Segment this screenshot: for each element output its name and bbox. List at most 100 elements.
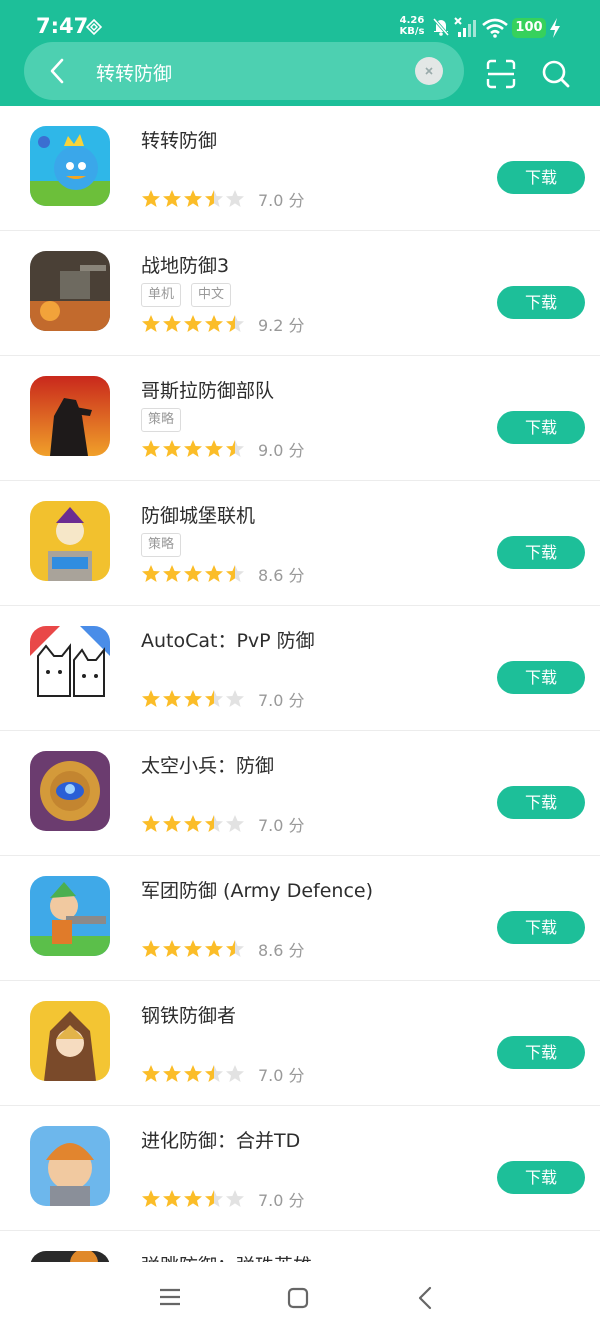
download-button[interactable]: 下载 bbox=[497, 286, 585, 319]
list-item[interactable]: 哥斯拉防御部队 策略 9.0 分 下载 bbox=[0, 356, 600, 481]
app-rating: 9.0 分 bbox=[141, 438, 305, 460]
recents-menu-icon[interactable] bbox=[159, 1287, 181, 1307]
star-icon bbox=[226, 190, 244, 207]
scan-icon[interactable] bbox=[486, 59, 516, 89]
app-title[interactable]: 防御城堡联机 bbox=[141, 501, 255, 528]
app-rating: 7.0 分 bbox=[141, 1188, 305, 1210]
star-icon bbox=[163, 690, 181, 707]
star-icon bbox=[142, 1190, 160, 1207]
app-score: 7.0 分 bbox=[258, 816, 305, 835]
app-icon-iron-defender[interactable] bbox=[30, 1001, 110, 1081]
app-icon-autocat[interactable] bbox=[30, 626, 110, 706]
app-icon-space-soldier[interactable] bbox=[30, 751, 110, 831]
app-title[interactable]: 钢铁防御者 bbox=[141, 1001, 236, 1028]
star-icon bbox=[184, 1190, 202, 1207]
app-title[interactable]: 太空小兵：防御 bbox=[141, 751, 274, 778]
list-item[interactable]: 太空小兵：防御 7.0 分 下载 bbox=[0, 731, 600, 856]
download-button[interactable]: 下载 bbox=[497, 911, 585, 944]
download-button[interactable]: 下载 bbox=[497, 786, 585, 819]
download-button[interactable]: 下载 bbox=[497, 161, 585, 194]
download-button[interactable]: 下载 bbox=[497, 1161, 585, 1194]
star-icon bbox=[184, 940, 202, 957]
download-button[interactable]: 下载 bbox=[497, 536, 585, 569]
app-tag[interactable]: 策略 bbox=[141, 533, 182, 557]
clear-search-button[interactable] bbox=[415, 57, 443, 85]
app-icon-godzilla-defense[interactable] bbox=[30, 376, 110, 456]
app-title[interactable]: 军团防御 (Army Defence) bbox=[141, 876, 373, 903]
app-rating: 7.0 分 bbox=[141, 188, 305, 210]
app-score: 9.0 分 bbox=[258, 441, 305, 460]
net-speed-unit: KB/s bbox=[399, 26, 425, 37]
star-icon bbox=[226, 1190, 244, 1207]
app-icon-defense-castle[interactable] bbox=[30, 501, 110, 581]
search-icon[interactable] bbox=[541, 59, 571, 89]
star-icon bbox=[226, 690, 244, 707]
star-rating bbox=[141, 1189, 246, 1209]
app-title[interactable]: 哥斯拉防御部队 bbox=[141, 376, 274, 403]
star-icon bbox=[205, 1065, 223, 1082]
star-rating bbox=[141, 564, 246, 584]
status-time: 7:47 bbox=[36, 14, 89, 38]
app-rating: 7.0 分 bbox=[141, 813, 305, 835]
list-item[interactable]: AutoCat：PvP 防御 7.0 分 下载 bbox=[0, 606, 600, 731]
star-rating bbox=[141, 689, 246, 709]
list-item[interactable]: 战地防御3 单机 中文 9.2 分 下载 bbox=[0, 231, 600, 356]
star-icon bbox=[163, 1065, 181, 1082]
list-item[interactable]: 防御城堡联机 策略 8.6 分 下载 bbox=[0, 481, 600, 606]
app-icon-army-defence[interactable] bbox=[30, 876, 110, 956]
star-icon bbox=[163, 1190, 181, 1207]
app-icon-battlefield-defense[interactable] bbox=[30, 251, 110, 331]
home-square-icon[interactable] bbox=[287, 1287, 309, 1309]
download-button[interactable]: 下载 bbox=[497, 411, 585, 444]
download-button[interactable]: 下载 bbox=[497, 1036, 585, 1069]
app-tags: 策略 bbox=[141, 408, 182, 432]
location-icon bbox=[86, 19, 102, 35]
net-speed-value: 4.26 bbox=[399, 15, 425, 26]
app-rating: 7.0 分 bbox=[141, 688, 305, 710]
app-icon-zhuanzhuan[interactable] bbox=[30, 126, 110, 206]
list-item[interactable]: 军团防御 (Army Defence) 8.6 分 下载 bbox=[0, 856, 600, 981]
app-tags: 单机 中文 bbox=[141, 283, 232, 307]
star-icon bbox=[226, 940, 244, 957]
app-score: 7.0 分 bbox=[258, 691, 305, 710]
star-icon bbox=[163, 190, 181, 207]
star-icon bbox=[226, 815, 244, 832]
list-item[interactable]: 钢铁防御者 7.0 分 下载 bbox=[0, 981, 600, 1106]
app-tags: 策略 bbox=[141, 533, 182, 557]
search-input[interactable] bbox=[94, 55, 398, 89]
star-rating bbox=[141, 1064, 246, 1084]
app-score: 8.6 分 bbox=[258, 941, 305, 960]
star-icon bbox=[163, 315, 181, 332]
star-icon bbox=[205, 940, 223, 957]
app-title[interactable]: 转转防御 bbox=[141, 126, 217, 153]
list-item[interactable]: 转转防御 7.0 分 下载 bbox=[0, 106, 600, 231]
app-tag[interactable]: 策略 bbox=[141, 408, 182, 432]
app-title[interactable]: 战地防御3 bbox=[141, 251, 229, 278]
app-title[interactable]: AutoCat：PvP 防御 bbox=[141, 626, 315, 653]
net-speed: 4.26 KB/s bbox=[398, 15, 426, 37]
star-icon bbox=[226, 315, 244, 332]
star-icon bbox=[142, 690, 160, 707]
list-item[interactable]: 进化防御：合并TD 7.0 分 下载 bbox=[0, 1106, 600, 1231]
app-rating: 8.6 分 bbox=[141, 938, 305, 960]
signal-icon bbox=[454, 17, 476, 37]
star-icon bbox=[205, 815, 223, 832]
back-arrow-icon[interactable] bbox=[44, 57, 72, 85]
star-icon bbox=[163, 565, 181, 582]
download-button[interactable]: 下载 bbox=[497, 661, 585, 694]
star-icon bbox=[184, 690, 202, 707]
app-score: 7.0 分 bbox=[258, 191, 305, 210]
app-score: 7.0 分 bbox=[258, 1191, 305, 1210]
app-score: 7.0 分 bbox=[258, 1066, 305, 1085]
top-header: 7:47 4.26 KB/s 100 bbox=[0, 0, 600, 106]
charging-bolt-icon bbox=[550, 18, 560, 38]
app-tag[interactable]: 中文 bbox=[191, 283, 232, 307]
app-icon-evolution-defense[interactable] bbox=[30, 1126, 110, 1206]
app-title[interactable]: 进化防御：合并TD bbox=[141, 1126, 300, 1153]
star-icon bbox=[142, 190, 160, 207]
star-icon bbox=[205, 565, 223, 582]
app-rating: 7.0 分 bbox=[141, 1063, 305, 1085]
nav-back-icon[interactable] bbox=[417, 1286, 433, 1310]
app-tag[interactable]: 单机 bbox=[141, 283, 182, 307]
star-icon bbox=[142, 1065, 160, 1082]
